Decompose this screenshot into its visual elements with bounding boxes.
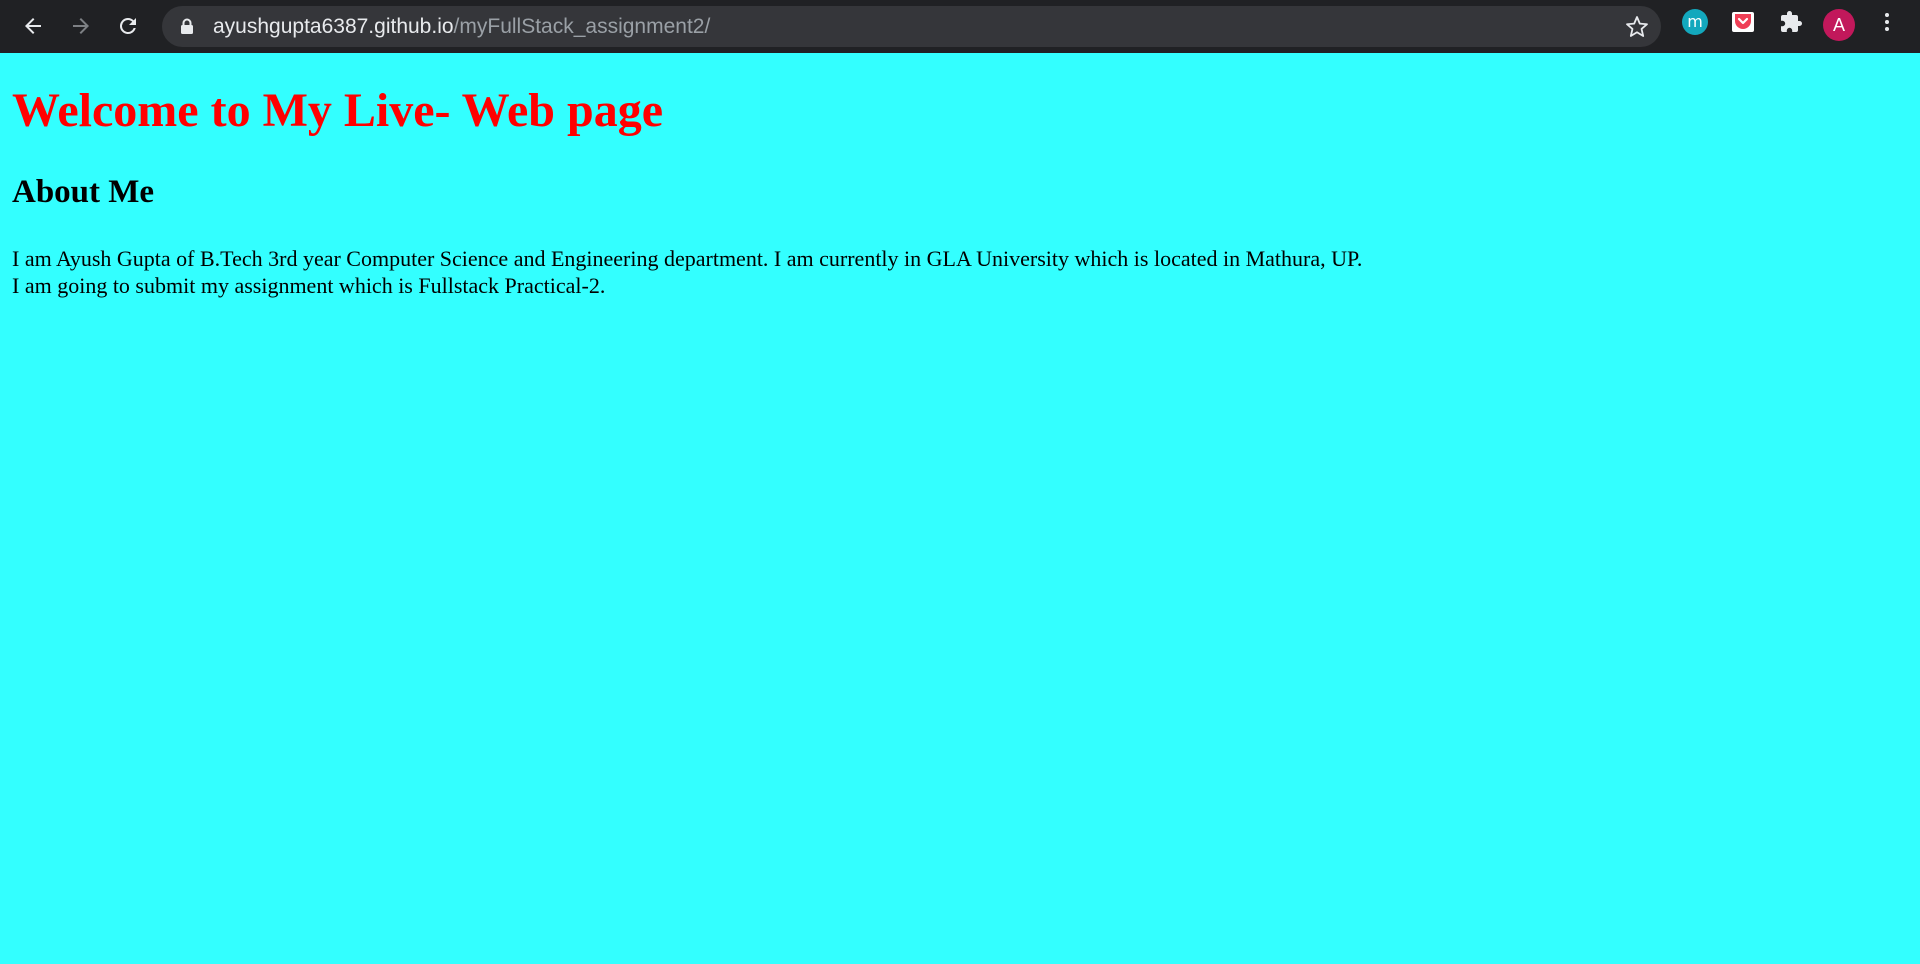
about-paragraph: I am Ayush Gupta of B.Tech 3rd year Comp… [12,245,1362,299]
forward-button[interactable] [61,6,101,46]
extensions-button[interactable] [1778,9,1804,35]
address-bar[interactable]: ayushgupta6387.github.io/myFullStack_ass… [162,6,1661,47]
forward-arrow-icon [73,18,89,34]
browser-menu-button[interactable] [1874,9,1900,35]
reload-button[interactable] [108,6,148,46]
url-host: ayushgupta6387.github.io [213,15,454,38]
page-content: Welcome to My Live- Web page About Me I … [0,53,1920,964]
reload-icon [119,17,136,34]
back-button[interactable] [13,6,53,46]
url-path: /myFullStack_assignment2/ [453,15,711,38]
lock-icon [181,18,193,34]
pocket-icon [1732,12,1754,32]
back-arrow-icon [25,18,41,34]
browser-toolbar: ayushgupta6387.github.io/myFullStack_ass… [0,0,1920,53]
pocket-extension-button[interactable] [1730,9,1756,35]
puzzle-icon [1781,11,1802,32]
paragraph-line-1: I am Ayush Gupta of B.Tech 3rd year Comp… [12,246,1363,271]
profile-avatar[interactable]: A [1823,9,1855,41]
kebab-menu-icon [1885,13,1889,31]
about-heading: About Me [12,174,155,210]
page-title: Welcome to My Live- Web page [12,84,663,137]
paragraph-line-2: I am going to submit my assignment which… [12,273,606,298]
star-icon[interactable] [1625,15,1649,39]
url-text[interactable]: ayushgupta6387.github.io/myFullStack_ass… [213,6,710,47]
extension-m-icon[interactable]: m [1682,9,1708,35]
